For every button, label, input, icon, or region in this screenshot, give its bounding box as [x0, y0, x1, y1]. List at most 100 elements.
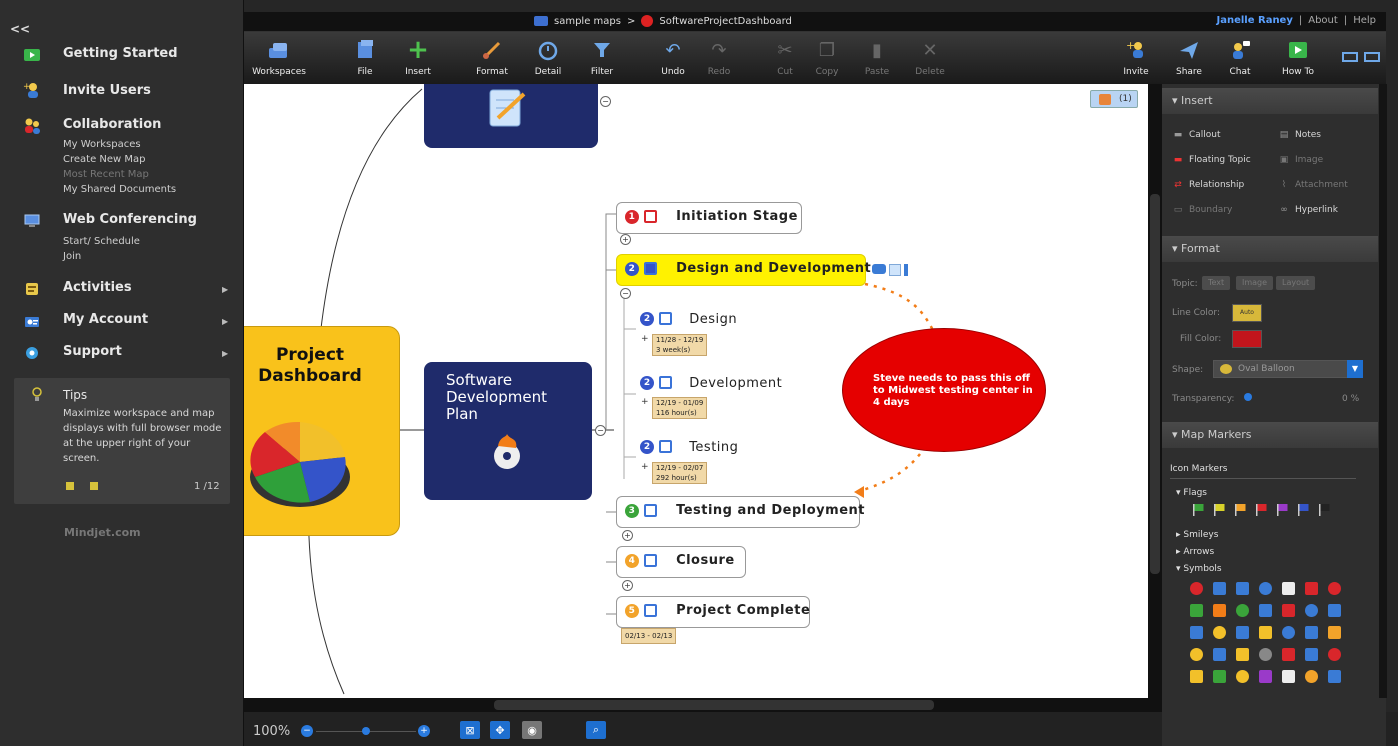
expand-toggle[interactable]: −	[600, 96, 611, 107]
symbol-marker-icon[interactable]	[1259, 670, 1272, 683]
task-checkbox[interactable]	[659, 440, 673, 453]
expand-toggle[interactable]: +	[622, 580, 633, 591]
symbol-marker-icon[interactable]	[1213, 582, 1226, 595]
search-icon[interactable]: ⌕	[586, 721, 606, 739]
symbol-marker-icon[interactable]	[1305, 604, 1318, 617]
expand-toggle[interactable]: −	[595, 425, 606, 436]
symbol-marker-icon[interactable]	[1328, 626, 1341, 639]
flag-icon[interactable]	[1297, 504, 1309, 516]
vertical-scrollbar[interactable]	[1148, 84, 1162, 698]
subtopic-development[interactable]: 2 Development	[640, 372, 782, 391]
task-expand[interactable]: +	[641, 334, 649, 344]
fullscreen-icon[interactable]	[1364, 52, 1380, 62]
undo-button[interactable]: ↶ Undo	[658, 32, 688, 84]
copy-button[interactable]: ❐ Copy	[812, 32, 842, 84]
breadcrumb-sample-maps[interactable]: sample maps	[554, 16, 621, 27]
collapse-sidebar-button[interactable]: <<	[10, 22, 30, 36]
symbol-marker-icon[interactable]	[1328, 648, 1341, 661]
insert-floating-topic[interactable]: ▬ Floating Topic	[1172, 155, 1251, 165]
map-canvas[interactable]: (1) − Project Dashboard Software Develop…	[244, 84, 1148, 698]
symbol-marker-icon[interactable]	[1213, 648, 1226, 661]
user-name-link[interactable]: Janelle Raney	[1217, 15, 1293, 26]
symbol-marker-icon[interactable]	[1236, 604, 1249, 617]
task-checkbox[interactable]	[644, 262, 658, 275]
notes-topic[interactable]	[424, 84, 598, 148]
expand-toggle[interactable]: −	[620, 288, 631, 299]
horizontal-scrollbar[interactable]	[244, 698, 1162, 712]
line-color-swatch[interactable]: Auto	[1232, 304, 1262, 322]
link-my-workspaces[interactable]: My Workspaces	[63, 137, 141, 152]
sidebar-item-support[interactable]: Support ▶	[0, 344, 244, 364]
insert-relationship[interactable]: ⇄ Relationship	[1172, 180, 1244, 190]
help-link[interactable]: Help	[1353, 15, 1376, 26]
scroll-thumb[interactable]	[1150, 194, 1160, 574]
sidebar-item-collaboration[interactable]: Collaboration	[0, 117, 244, 137]
stage-topic-5[interactable]: 5 Project Complete	[616, 596, 810, 628]
flag-icon[interactable]	[1192, 504, 1204, 516]
flag-icon[interactable]	[1276, 504, 1288, 516]
invite-button[interactable]: + Invite	[1118, 32, 1154, 84]
group-symbols[interactable]: ▾ Symbols	[1176, 564, 1222, 574]
symbol-marker-icon[interactable]	[1328, 582, 1341, 595]
group-arrows[interactable]: ▸ Arrows	[1176, 547, 1214, 557]
insert-notes[interactable]: ▤ Notes	[1278, 130, 1321, 140]
group-smileys[interactable]: ▸ Smileys	[1176, 530, 1218, 540]
symbol-marker-icon[interactable]	[1305, 626, 1318, 639]
tab-image[interactable]: Image	[1236, 276, 1274, 290]
zoom-slider-handle[interactable]	[362, 727, 370, 735]
symbol-marker-icon[interactable]	[1213, 670, 1226, 683]
flag-icon[interactable]	[1234, 504, 1246, 516]
tips-prev-button[interactable]	[66, 482, 74, 490]
sidebar-item-activities[interactable]: Activities ▶	[0, 280, 244, 300]
symbol-marker-icon[interactable]	[1282, 648, 1295, 661]
chat-menu-button[interactable]: Chat	[1222, 32, 1258, 84]
task-expand[interactable]: +	[641, 397, 649, 407]
expand-toggle[interactable]: +	[620, 234, 631, 245]
mindjet-link[interactable]: Mindjet.com	[64, 526, 141, 539]
zoom-in-icon[interactable]: +	[418, 725, 430, 737]
fit-map-icon[interactable]: ⊠	[460, 721, 480, 739]
insert-menu-button[interactable]: + Insert	[400, 32, 436, 84]
format-section-header[interactable]: ▾ Format	[1162, 236, 1378, 262]
symbol-marker-icon[interactable]	[1282, 670, 1295, 683]
tab-text[interactable]: Text	[1202, 276, 1231, 290]
symbol-marker-icon[interactable]	[1282, 604, 1295, 617]
subtopic-testing[interactable]: 2 Testing	[640, 436, 738, 455]
symbol-marker-icon[interactable]	[1213, 626, 1226, 639]
symbol-marker-icon[interactable]	[1190, 626, 1203, 639]
task-checkbox[interactable]	[659, 376, 673, 389]
sidebar-item-invite-users[interactable]: + Invite Users	[0, 82, 244, 103]
task-checkbox[interactable]	[644, 554, 658, 567]
insert-section-header[interactable]: ▾ Insert	[1162, 88, 1378, 114]
symbol-marker-icon[interactable]	[1190, 604, 1203, 617]
symbol-marker-icon[interactable]	[1236, 670, 1249, 683]
zoom-out-icon[interactable]: −	[301, 725, 313, 737]
symbol-marker-icon[interactable]	[1305, 582, 1318, 595]
chevron-down-icon[interactable]: ▼	[1347, 360, 1363, 378]
share-button[interactable]: Share	[1172, 32, 1206, 84]
insert-image[interactable]: ▣ Image	[1278, 155, 1323, 165]
presence-indicator[interactable]: (1)	[1090, 90, 1138, 108]
symbol-marker-icon[interactable]	[1259, 626, 1272, 639]
task-expand[interactable]: +	[641, 462, 649, 472]
link-start-schedule[interactable]: Start/ Schedule	[63, 234, 140, 249]
flag-icon[interactable]	[1255, 504, 1267, 516]
insert-attachment[interactable]: ⌇ Attachment	[1278, 180, 1348, 190]
link-icon[interactable]	[872, 264, 886, 274]
symbol-marker-icon[interactable]	[1190, 582, 1203, 595]
workspaces-button[interactable]: Workspaces	[252, 32, 306, 84]
symbol-marker-icon[interactable]	[1259, 648, 1272, 661]
stage-topic-2[interactable]: 2 Design and Development	[616, 254, 871, 286]
symbol-marker-icon[interactable]	[1259, 582, 1272, 595]
flag-icon[interactable]	[1213, 504, 1225, 516]
symbol-marker-icon[interactable]	[1190, 648, 1203, 661]
map-markers-section-header[interactable]: ▾ Map Markers	[1162, 422, 1378, 448]
flag-icon[interactable]	[1318, 504, 1330, 516]
symbol-marker-icon[interactable]	[1236, 648, 1249, 661]
paste-button[interactable]: ▮ Paste	[862, 32, 892, 84]
overview-icon[interactable]: ◉	[522, 721, 542, 739]
format-button[interactable]: Format	[472, 32, 512, 84]
stage-topic-1[interactable]: 1 Initiation Stage	[616, 202, 802, 234]
link-most-recent-map[interactable]: Most Recent Map	[63, 167, 149, 182]
link-join[interactable]: Join	[63, 249, 81, 264]
